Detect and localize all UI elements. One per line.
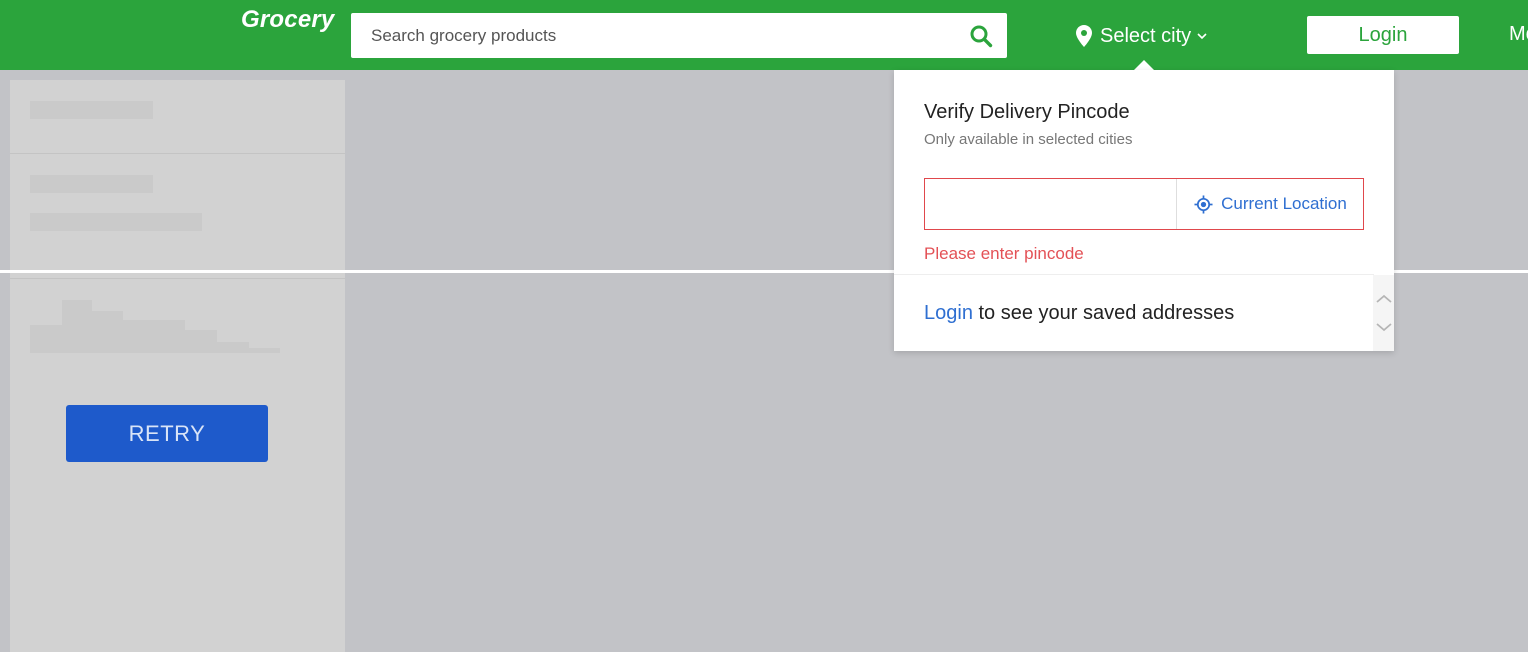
pincode-popup: Verify Delivery Pincode Only available i… bbox=[894, 70, 1394, 351]
skeleton-bar bbox=[30, 175, 153, 193]
location-pin-icon bbox=[1076, 25, 1092, 47]
top-header: Grocery Select city Login Mo bbox=[0, 0, 1528, 70]
current-location-label: Current Location bbox=[1221, 194, 1347, 213]
skeleton-bar bbox=[30, 101, 153, 119]
pincode-error-message: Please enter pincode bbox=[924, 244, 1084, 263]
search-input[interactable] bbox=[351, 13, 951, 58]
skeleton-divider bbox=[10, 278, 345, 279]
search-button[interactable] bbox=[955, 13, 1007, 58]
skeleton-graphic bbox=[30, 300, 280, 353]
chevron-down-icon bbox=[1375, 322, 1392, 332]
search-box bbox=[351, 13, 1007, 58]
saved-addresses-prompt: Login to see your saved addresses bbox=[924, 302, 1234, 325]
skeleton-bar bbox=[30, 213, 202, 231]
popup-title: Verify Delivery Pincode bbox=[924, 101, 1130, 123]
popup-divider bbox=[894, 274, 1374, 275]
skeleton-divider bbox=[10, 153, 345, 154]
chevron-down-icon bbox=[1197, 32, 1207, 40]
pincode-input[interactable] bbox=[925, 179, 1175, 229]
more-menu[interactable]: Mo bbox=[1509, 23, 1528, 46]
crosshair-icon bbox=[1194, 194, 1213, 214]
saved-addresses-login-link[interactable]: Login bbox=[924, 302, 973, 324]
chevron-up-icon bbox=[1375, 294, 1392, 304]
login-button[interactable]: Login bbox=[1307, 16, 1459, 54]
scroll-down-button[interactable] bbox=[1373, 315, 1394, 339]
city-select-label: Select city bbox=[1100, 24, 1192, 47]
current-location-button[interactable]: Current Location bbox=[1177, 179, 1364, 229]
sidebar-skeleton bbox=[10, 80, 345, 652]
scroll-up-button[interactable] bbox=[1373, 287, 1394, 311]
city-select[interactable]: Select city bbox=[1076, 22, 1207, 50]
pincode-field-group: Current Location bbox=[924, 178, 1364, 230]
popup-scrollbar[interactable] bbox=[1373, 275, 1394, 351]
logo[interactable]: Grocery bbox=[241, 6, 334, 34]
search-icon bbox=[969, 24, 993, 48]
retry-button[interactable]: RETRY bbox=[66, 405, 268, 462]
popup-subtitle: Only available in selected cities bbox=[924, 131, 1133, 148]
saved-addresses-text: to see your saved addresses bbox=[972, 302, 1235, 324]
